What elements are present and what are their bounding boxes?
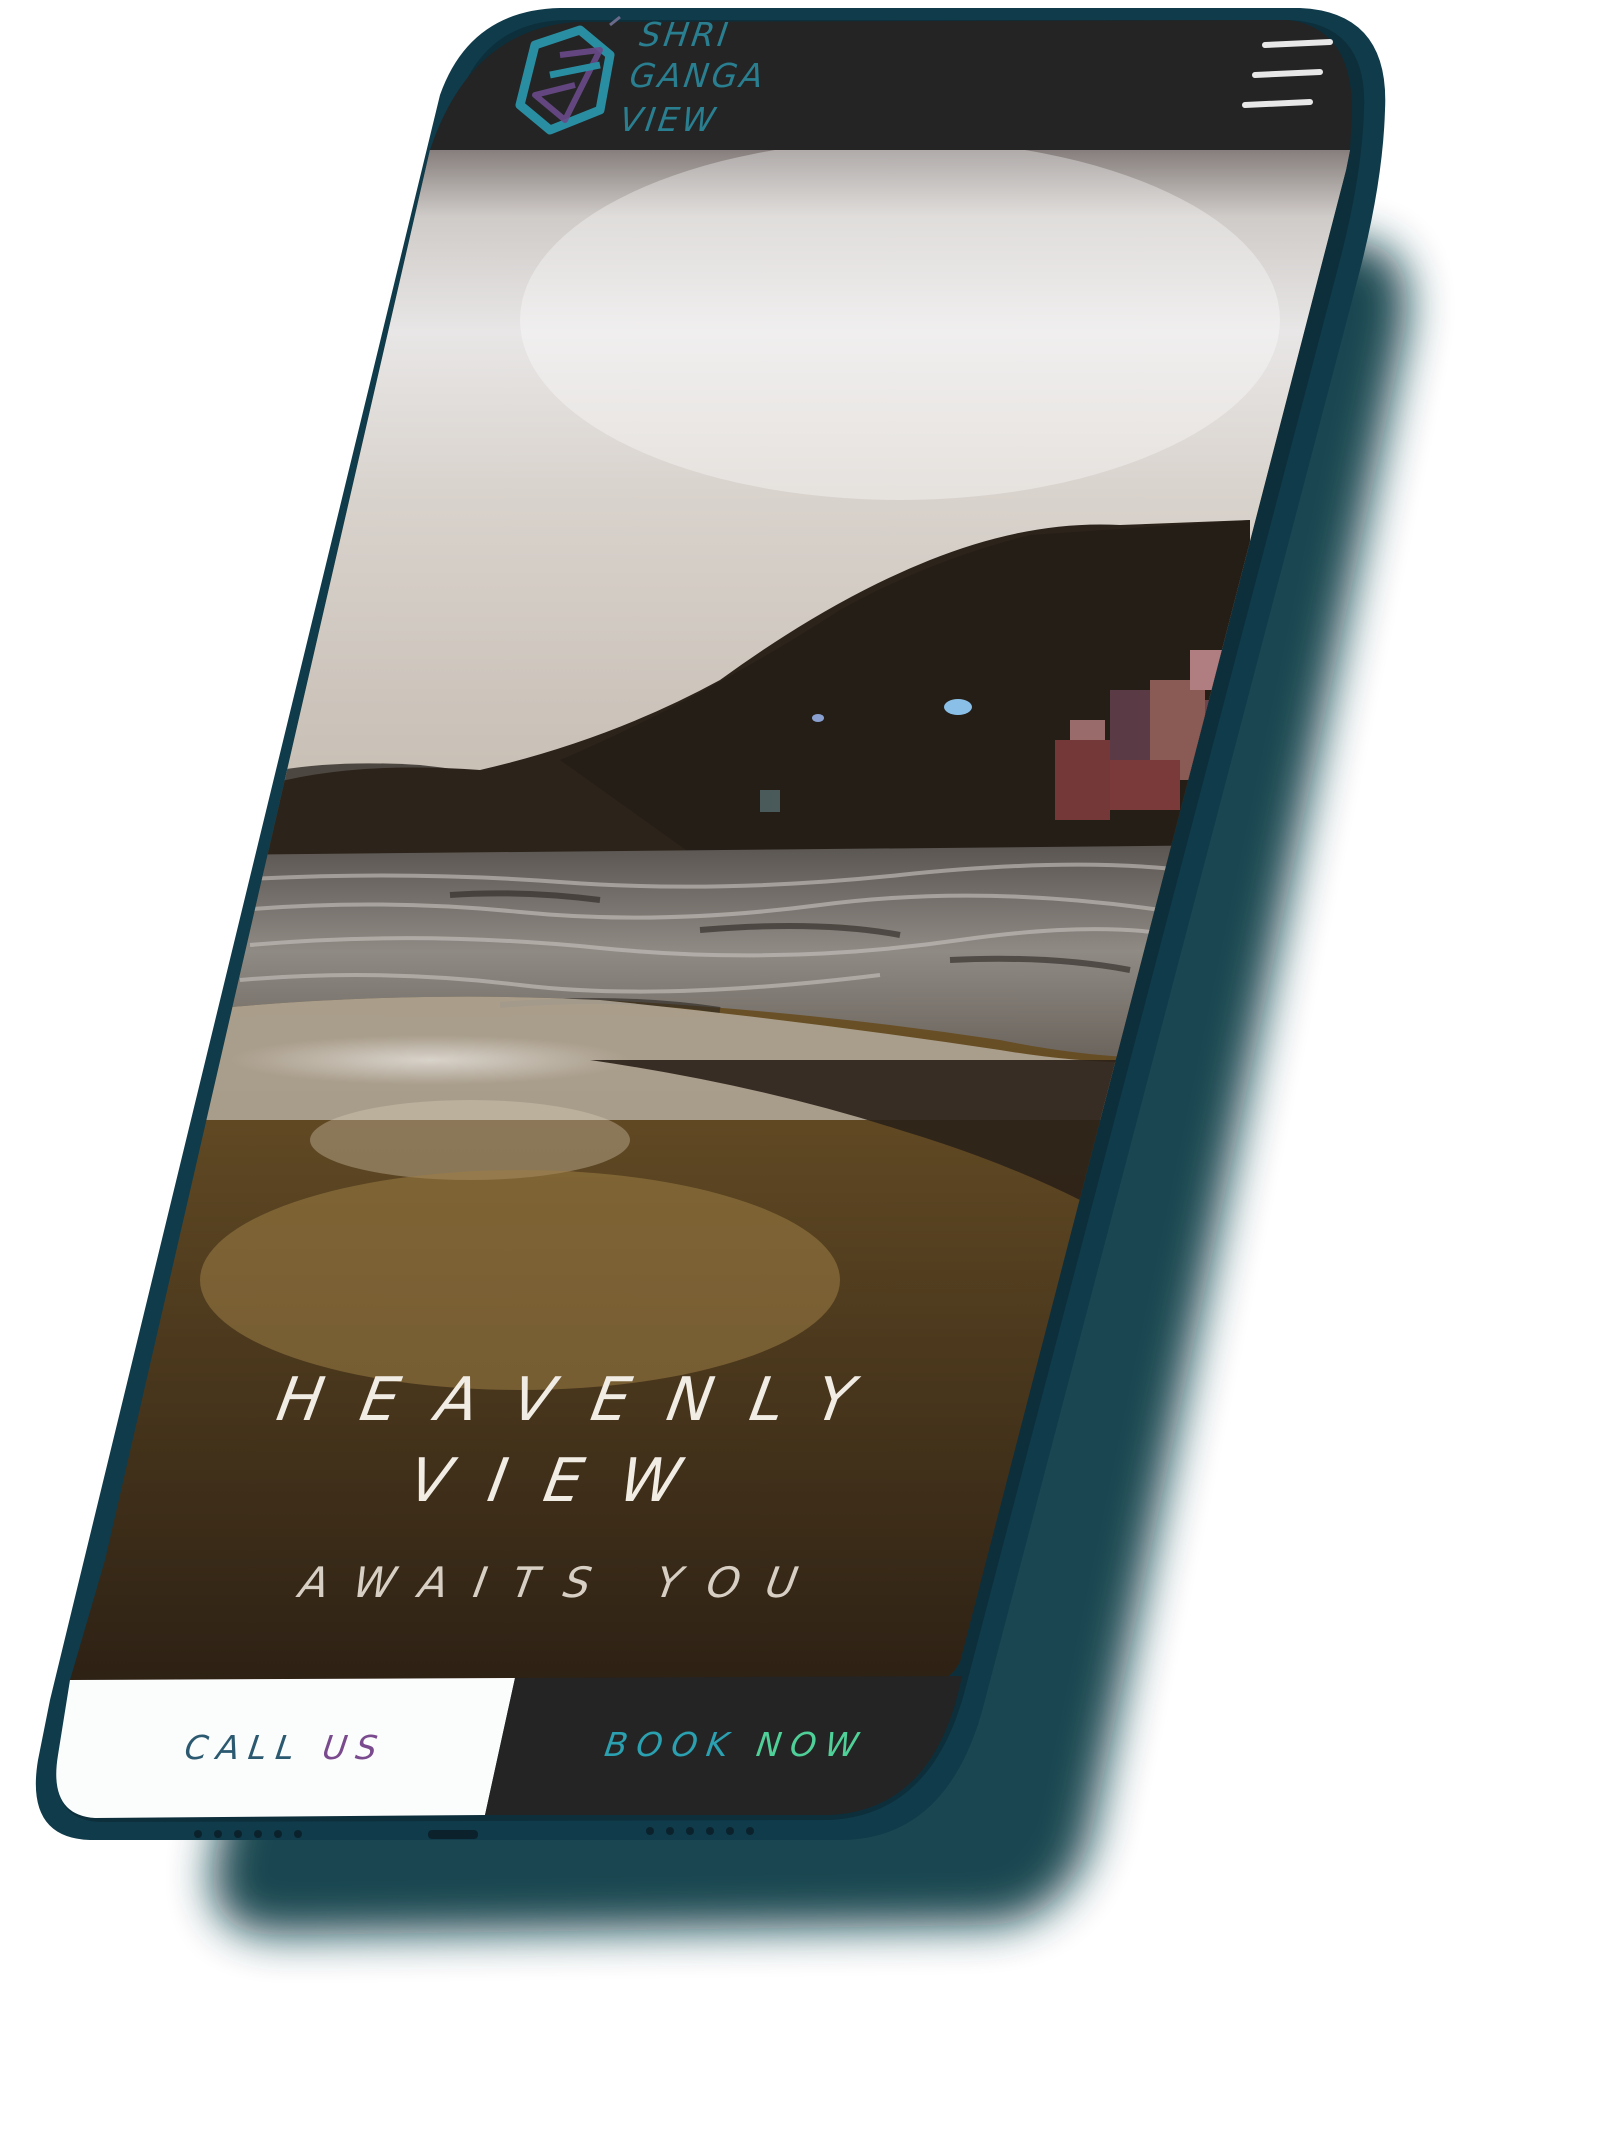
phone-mockup: SHRI GANGA VIEW HEAVENLY VIEW AWAITS YOU… (0, 0, 1616, 2152)
book-now-label: BOOK NOW (602, 1725, 870, 1764)
call-us-word-1: CALL (182, 1728, 307, 1767)
call-us-word-2: US (320, 1728, 389, 1767)
hero-heading-line-2: VIEW (403, 1446, 725, 1516)
phone-mockup-graphic (35, 8, 1408, 1936)
call-us-label: CALL US (182, 1728, 388, 1767)
book-now-word-1: BOOK (602, 1725, 740, 1764)
hero-heading-line-1: HEAVENLY (271, 1365, 898, 1435)
menu-button[interactable] (1230, 30, 1335, 120)
hero-subheading: AWAITS YOU (295, 1558, 828, 1607)
book-now-word-2: NOW (753, 1725, 870, 1764)
logo-link[interactable] (490, 15, 760, 145)
